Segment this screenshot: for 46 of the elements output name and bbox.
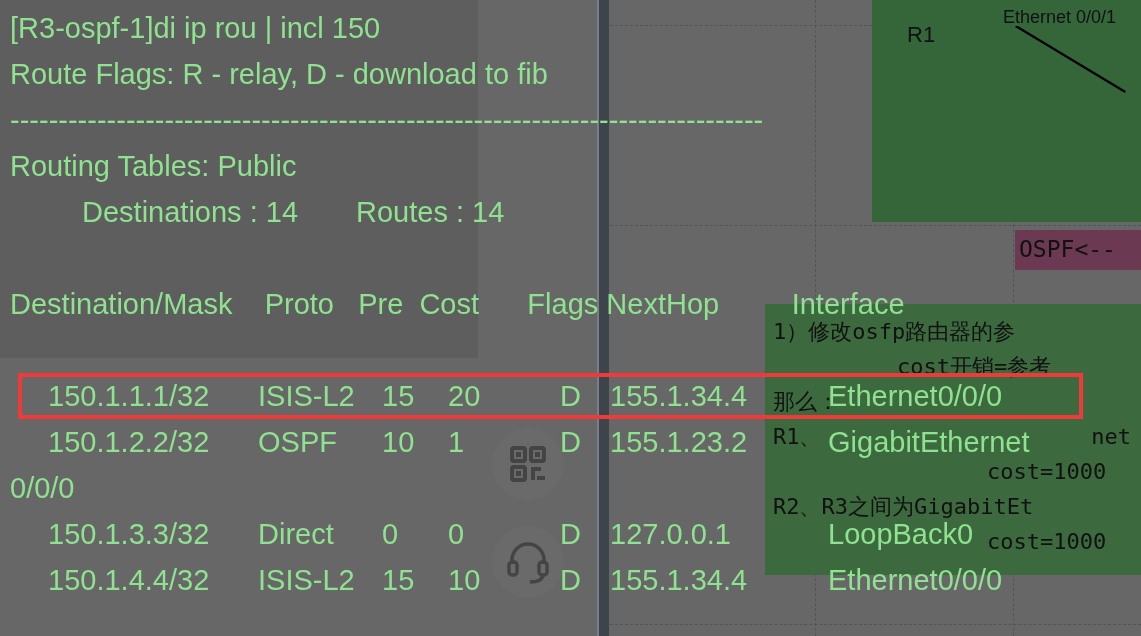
route-flags: D bbox=[560, 519, 581, 549]
note-text: cost=1000 bbox=[987, 460, 1107, 483]
separator-line: ------------------------------------------------------------------------------ bbox=[10, 105, 764, 135]
note-text: R2、R3之间为GigabitEt bbox=[773, 495, 1034, 518]
route-pre: 10 bbox=[382, 427, 415, 457]
headset-icon bbox=[506, 540, 550, 584]
route-destination: 150.1.3.3/32 bbox=[48, 519, 210, 549]
command-line: [R3-ospf-1]di ip rou | incl 150 bbox=[10, 13, 381, 43]
column-header: Destination/Mask Proto Pre Cost Flags NextHop Interface bbox=[10, 289, 905, 319]
route-interface: LoopBack0 bbox=[828, 519, 974, 549]
route-proto: ISIS-L2 bbox=[258, 381, 355, 411]
route-cost: 0 bbox=[448, 519, 465, 549]
route-nexthop: 127.0.0.1 bbox=[610, 519, 731, 549]
route-cost: 1 bbox=[448, 427, 465, 457]
route-flags: D bbox=[560, 427, 581, 457]
table-title: Routing Tables: Public bbox=[10, 151, 297, 181]
route-interface: GigabitEthernet bbox=[828, 427, 1030, 457]
summary-text: Routes : 14 bbox=[356, 197, 505, 227]
route-pre: 15 bbox=[382, 565, 415, 595]
route-interface: Ethernet0/0/0 bbox=[828, 565, 1003, 595]
note-text: 1）修改osfp路由器的参 bbox=[773, 320, 1016, 343]
route-destination: 150.1.2.2/32 bbox=[48, 427, 210, 457]
route-flags: D bbox=[560, 565, 581, 595]
route-destination: 150.1.4.4/32 bbox=[48, 565, 210, 595]
router-label: R1 bbox=[907, 21, 936, 49]
route-proto: ISIS-L2 bbox=[258, 565, 355, 595]
note-text: R1、 bbox=[773, 425, 822, 448]
route-cost: 20 bbox=[448, 381, 481, 411]
flags-legend: Route Flags: R - relay, D - download to fib bbox=[10, 59, 548, 89]
route-proto: Direct bbox=[258, 519, 334, 549]
route-pre: 0 bbox=[382, 519, 399, 549]
note-text: net bbox=[1091, 425, 1132, 448]
summary-text: Destinations : 14 bbox=[82, 197, 298, 227]
route-nexthop: 155.1.34.4 bbox=[610, 565, 748, 595]
qr-code-icon bbox=[510, 446, 546, 482]
route-cost: 10 bbox=[448, 565, 481, 595]
note-text: cost=1000 bbox=[987, 530, 1107, 553]
route-interface: 0/0/0 bbox=[10, 473, 75, 503]
route-nexthop: 155.1.23.2 bbox=[610, 427, 748, 457]
route-pre: 15 bbox=[382, 381, 415, 411]
route-flags: D bbox=[560, 381, 581, 411]
route-nexthop: 155.1.34.4 bbox=[610, 381, 748, 411]
route-proto: OSPF bbox=[258, 427, 337, 457]
text-label: OSPF<-- bbox=[1015, 230, 1141, 270]
link-label: Ethernet 0/0/1 bbox=[1003, 6, 1117, 29]
route-destination: 150.1.1.1/32 bbox=[48, 381, 210, 411]
